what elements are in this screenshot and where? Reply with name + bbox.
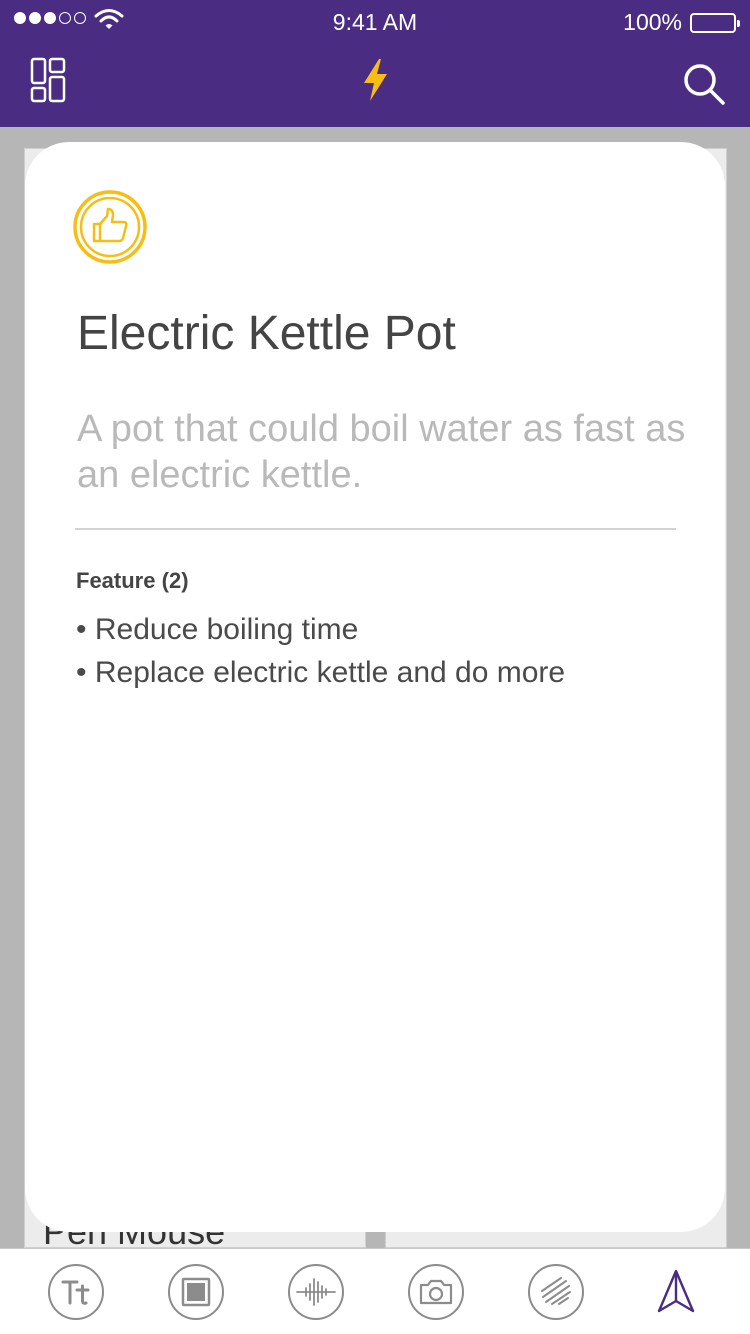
camera-icon[interactable]: [407, 1263, 465, 1321]
bottom-toolbar: [0, 1248, 750, 1334]
battery-status: 100%: [623, 9, 740, 36]
feature-list: Reduce boiling time Replace electric ket…: [76, 608, 565, 694]
layout-grid-icon[interactable]: [30, 57, 66, 108]
feature-item: Replace electric kettle and do more: [76, 651, 565, 694]
status-bar: 9:41 AM 100%: [0, 0, 750, 44]
battery-percent: 100%: [623, 9, 682, 35]
divider: [75, 528, 676, 530]
feature-count: 2: [155, 568, 188, 593]
card-title: Electric Kettle Pot: [77, 307, 456, 360]
battery-icon: [690, 12, 740, 33]
lightning-bolt-icon[interactable]: [360, 57, 390, 108]
feature-label: Feature: [76, 568, 156, 593]
audio-wave-icon[interactable]: [287, 1263, 345, 1321]
scribble-icon[interactable]: [527, 1263, 585, 1321]
idea-card[interactable]: Electric Kettle Pot A pot that could boi…: [25, 142, 725, 1232]
send-icon[interactable]: [647, 1263, 705, 1321]
feature-heading: Feature2: [76, 568, 189, 594]
feature-item: Reduce boiling time: [76, 608, 565, 651]
thumbs-up-icon: [72, 189, 148, 270]
search-icon[interactable]: [682, 62, 726, 111]
top-bar: 9:41 AM 100%: [0, 0, 750, 127]
text-format-icon[interactable]: [47, 1263, 105, 1321]
card-description: A pot that could boil water as fast as a…: [77, 408, 686, 496]
square-frame-icon[interactable]: [167, 1263, 225, 1321]
